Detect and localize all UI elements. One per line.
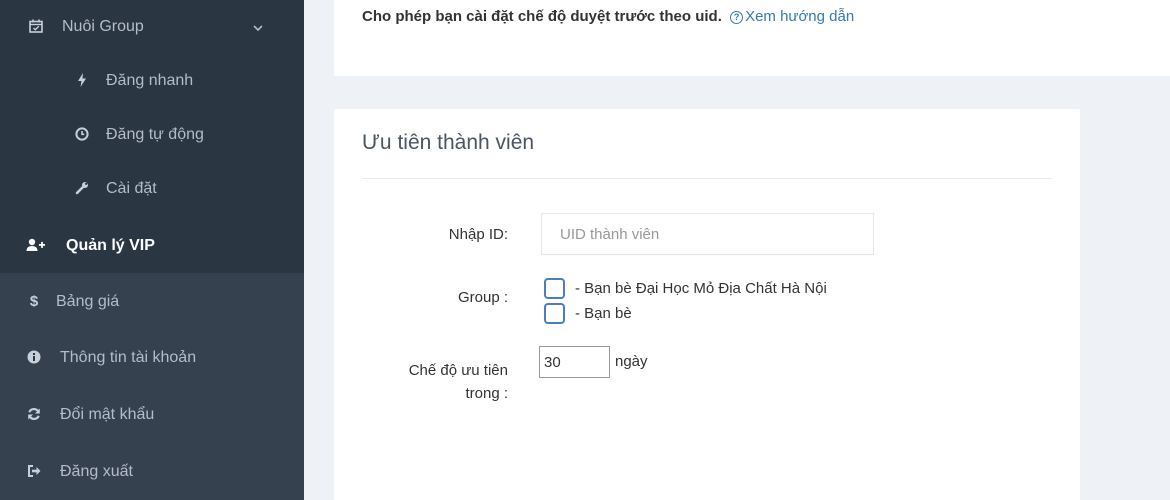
uid-label: Nhập ID: [448, 226, 508, 243]
title-divider [362, 178, 1052, 179]
sidebar-item-label: Đăng tự động [106, 126, 204, 143]
chevron-down-icon [252, 21, 264, 33]
sidebar-item-thong-tin-tai-khoan[interactable]: Thông tin tài khoản [0, 338, 304, 378]
group-option-label: - Bạn bè Đại Học Mỏ Địa Chất Hà Nội [575, 280, 827, 297]
sidebar-item-cai-dat[interactable]: Cài đặt [0, 169, 304, 209]
sidebar-item-label: Đăng xuất [60, 463, 133, 480]
user-plus-icon [26, 238, 46, 254]
group-checkbox[interactable] [544, 303, 565, 324]
sidebar-item-label: Đăng nhanh [106, 72, 194, 89]
notice-card: Cho phép bạn cài đặt chế độ duyệt trước … [334, 0, 1170, 76]
card-title: Ưu tiên thành viên [362, 131, 535, 154]
sidebar-item-bang-gia[interactable]: $ Bảng giá [0, 282, 304, 322]
group-checkbox[interactable] [544, 278, 565, 299]
question-circle-icon: ? [730, 11, 744, 24]
notice-text-line: Cho phép bạn cài đặt chế độ duyệt trước … [362, 8, 854, 25]
group-option-1[interactable]: - Bạn bè [544, 303, 632, 324]
sidebar: Nuôi Group Đăng nhanh Đăng tự động Cài đ… [0, 0, 304, 500]
priority-label-line1: Chế độ ưu tiên [408, 362, 508, 379]
days-unit-label: ngày [615, 353, 648, 370]
priority-member-card: Ưu tiên thành viên Nhập ID: Group : - Bạ… [334, 109, 1080, 500]
guide-link[interactable]: ? Xem hướng dẫn [730, 8, 854, 25]
sidebar-item-label: Đổi mật khẩu [60, 406, 155, 423]
calendar-check-icon [28, 19, 44, 35]
dollar-icon: $ [29, 293, 39, 310]
group-option-0[interactable]: - Bạn bè Đại Học Mỏ Địa Chất Hà Nội [544, 278, 827, 299]
clock-icon [74, 127, 90, 143]
sidebar-item-label: Quản lý VIP [66, 237, 155, 254]
guide-link-label: Xem hướng dẫn [745, 8, 855, 25]
group-label: Group : [457, 289, 508, 306]
sidebar-item-dang-nhanh[interactable]: Đăng nhanh [0, 61, 304, 101]
sidebar-item-dang-tu-dong[interactable]: Đăng tự động [0, 115, 304, 155]
sidebar-item-quan-ly-vip[interactable]: Quản lý VIP [0, 226, 304, 266]
sidebar-item-doi-mat-khau[interactable]: Đổi mật khẩu [0, 395, 304, 435]
notice-text: Cho phép bạn cài đặt chế độ duyệt trước … [362, 8, 722, 25]
sidebar-item-label: Thông tin tài khoản [60, 349, 197, 366]
sidebar-item-label: Bảng giá [56, 293, 120, 310]
sign-out-icon [26, 464, 42, 480]
info-circle-icon [26, 350, 42, 366]
priority-label-line2: trong : [465, 385, 508, 402]
priority-label: Chế độ ưu tiên trong : [374, 359, 508, 405]
sidebar-item-nuoi-group[interactable]: Nuôi Group [0, 7, 304, 47]
priority-days-input[interactable] [539, 346, 610, 378]
group-option-label: - Bạn bè [575, 305, 632, 322]
bolt-icon [74, 73, 90, 89]
uid-input[interactable] [541, 213, 874, 255]
wrench-icon [74, 181, 90, 197]
sidebar-item-label: Cài đặt [106, 180, 157, 197]
sidebar-item-label: Nuôi Group [62, 18, 144, 35]
refresh-icon [26, 407, 42, 423]
sidebar-item-dang-xuat[interactable]: Đăng xuất [0, 452, 304, 492]
